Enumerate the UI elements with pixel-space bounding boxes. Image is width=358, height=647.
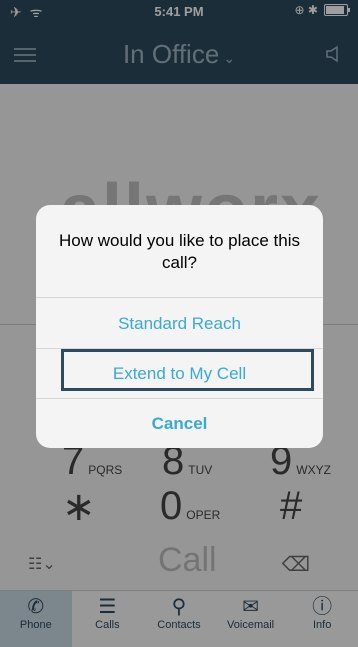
selection-highlight (61, 349, 314, 391)
call-options-dialog: How would you like to place this call? S… (36, 205, 323, 448)
phone-screen: ✈ ᯤ 5:41 PM ⊕ ✱ In Office⌄ allworx 7PQRS… (0, 0, 358, 647)
cancel-button[interactable]: Cancel (36, 414, 323, 434)
dialog-separator (36, 398, 323, 399)
standard-reach-button[interactable]: Standard Reach (36, 314, 323, 334)
dialog-title: How would you like to place this call? (59, 231, 300, 272)
dialog-separator (36, 297, 323, 298)
